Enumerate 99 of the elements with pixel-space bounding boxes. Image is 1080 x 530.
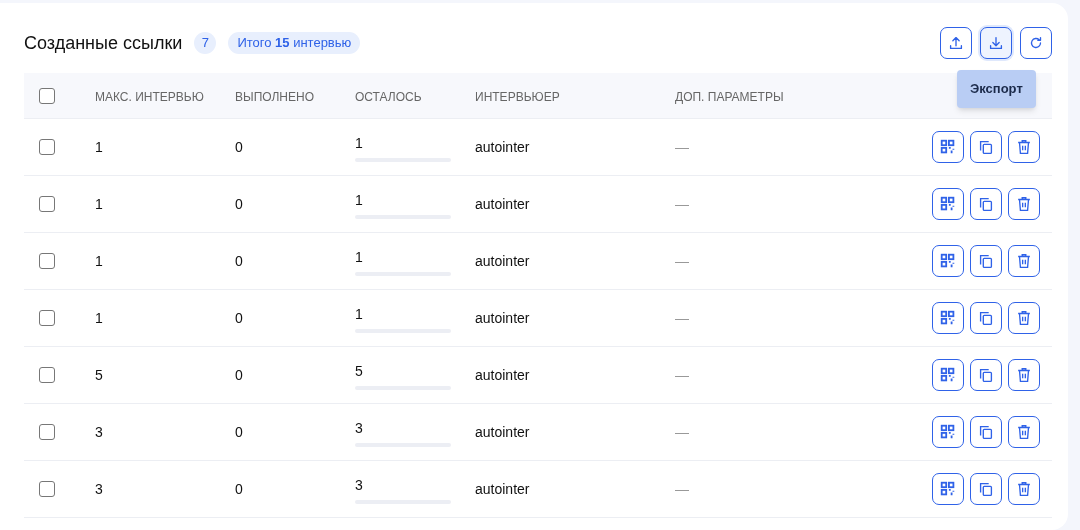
delete-button[interactable]	[1008, 473, 1040, 505]
table-cell: autointer	[475, 480, 530, 497]
checkbox[interactable]	[39, 481, 55, 497]
table-cell: 1	[95, 309, 103, 326]
table-cell: autointer	[475, 423, 530, 440]
qr-code-button[interactable]	[932, 245, 964, 277]
table-cell: 1	[95, 138, 103, 155]
delete-button[interactable]	[1008, 245, 1040, 277]
table-cell: 0	[235, 195, 243, 212]
table-cell: —	[675, 252, 689, 269]
table-cell: —	[675, 309, 689, 326]
qr-code-button[interactable]	[932, 473, 964, 505]
table-cell: 0	[235, 252, 243, 269]
column-header: ИНТЕРВЬЮЕР	[475, 89, 560, 104]
tooltip: Экспорт	[957, 70, 1036, 108]
delete-button[interactable]	[1008, 302, 1040, 334]
trash-icon	[1015, 309, 1033, 327]
table-cell: autointer	[475, 309, 530, 326]
trash-icon	[1015, 195, 1033, 213]
total-badge: Итого 15 интервью	[228, 32, 361, 54]
trash-icon	[1015, 138, 1033, 156]
table-cell: —	[675, 366, 689, 383]
upload-button[interactable]	[940, 27, 972, 59]
qr-code-icon	[939, 366, 957, 384]
table-cell: autointer	[475, 195, 530, 212]
copy-button[interactable]	[970, 416, 1002, 448]
table-cell: —	[675, 480, 689, 497]
count-badge: 7	[194, 32, 217, 54]
table-cell: —	[675, 138, 689, 155]
checkbox[interactable]	[39, 87, 55, 104]
qr-code-button[interactable]	[932, 188, 964, 220]
checkbox[interactable]	[39, 196, 55, 212]
copy-button[interactable]	[970, 302, 1002, 334]
delete-button[interactable]	[1008, 131, 1040, 163]
table-cell: 0	[235, 366, 243, 383]
table-cell: 3	[95, 423, 103, 440]
column-header: ВЫПОЛНЕНО	[235, 89, 314, 104]
copy-icon	[977, 138, 995, 156]
copy-icon	[977, 195, 995, 213]
trash-icon	[1015, 252, 1033, 270]
trash-icon	[1015, 480, 1033, 498]
column-header: ДОП. ПАРАМЕТРЫ	[675, 89, 784, 104]
qr-code-button[interactable]	[932, 416, 964, 448]
delete-button[interactable]	[1008, 188, 1040, 220]
table-cell: —	[675, 423, 689, 440]
copy-icon	[977, 480, 995, 498]
download-icon	[987, 34, 1005, 52]
qr-code-button[interactable]	[932, 359, 964, 391]
copy-icon	[977, 309, 995, 327]
table-cell: 0	[235, 138, 243, 155]
qr-code-icon	[939, 138, 957, 156]
copy-icon	[977, 252, 995, 270]
checkbox[interactable]	[39, 253, 55, 269]
table-cell: —	[675, 195, 689, 212]
trash-icon	[1015, 366, 1033, 384]
qr-code-icon	[939, 423, 957, 441]
table-cell: 0	[235, 309, 243, 326]
table-cell-text: 1	[355, 304, 363, 324]
delete-button[interactable]	[1008, 416, 1040, 448]
upload-icon	[947, 34, 965, 52]
table-cell: 0	[235, 480, 243, 497]
trash-icon	[1015, 423, 1033, 441]
table-cell: autointer	[475, 252, 530, 269]
copy-button[interactable]	[970, 188, 1002, 220]
delete-button[interactable]	[1008, 359, 1040, 391]
qr-code-icon	[939, 195, 957, 213]
checkbox[interactable]	[39, 310, 55, 326]
table-cell-text: 3	[355, 475, 363, 495]
copy-icon	[977, 423, 995, 441]
qr-code-button[interactable]	[932, 131, 964, 163]
copy-button[interactable]	[970, 359, 1002, 391]
copy-icon	[977, 366, 995, 384]
checkbox[interactable]	[39, 139, 55, 155]
copy-button[interactable]	[970, 245, 1002, 277]
table-cell: autointer	[475, 138, 530, 155]
table-cell: autointer	[475, 366, 530, 383]
refresh-button[interactable]	[1020, 27, 1052, 59]
download-button[interactable]	[980, 27, 1012, 59]
section-title: Созданные ссылки	[24, 31, 183, 55]
qr-code-icon	[939, 480, 957, 498]
table-cell-text: 5	[355, 361, 363, 381]
table-cell-text: 1	[355, 190, 363, 210]
copy-button[interactable]	[970, 131, 1002, 163]
table-cell-text: 3	[355, 418, 363, 438]
qr-code-icon	[939, 309, 957, 327]
table-cell: 0	[235, 423, 243, 440]
checkbox[interactable]	[39, 367, 55, 383]
table-cell: 1	[95, 195, 103, 212]
table-cell: 1	[95, 252, 103, 269]
table-cell: 3	[95, 480, 103, 497]
table-cell-text: 1	[355, 247, 363, 267]
qr-code-icon	[939, 252, 957, 270]
copy-button[interactable]	[970, 473, 1002, 505]
column-header: МАКС. ИНТЕРВЬЮ	[95, 89, 204, 104]
checkbox[interactable]	[39, 424, 55, 440]
table-cell-text: 1	[355, 133, 363, 153]
qr-code-button[interactable]	[932, 302, 964, 334]
table-cell: 5	[95, 366, 103, 383]
column-header: ОСТАЛОСЬ	[355, 89, 422, 104]
